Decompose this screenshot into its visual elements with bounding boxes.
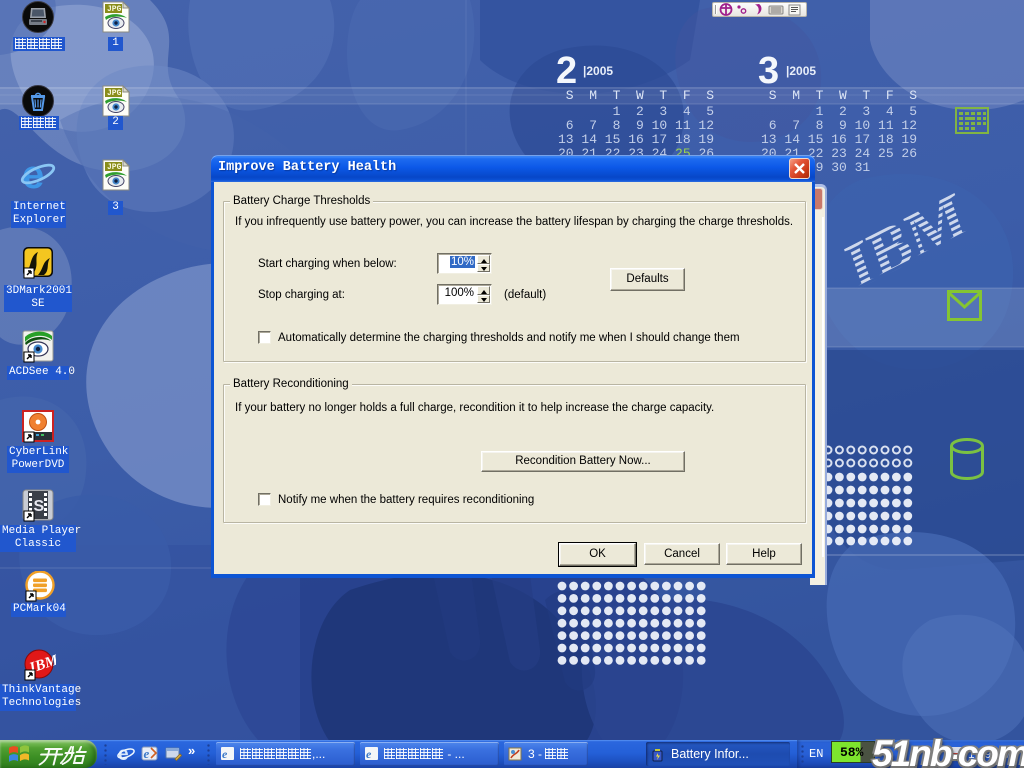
svg-text:e: e [222, 747, 228, 761]
svg-text:JPG: JPG [107, 89, 122, 98]
svg-text:S: S [34, 498, 45, 515]
svg-text:JPG: JPG [107, 5, 122, 14]
svg-text:e: e [144, 746, 150, 761]
svg-text:JPG: JPG [107, 163, 122, 172]
svg-text:e: e [366, 747, 372, 761]
svg-text:IBM: IBM [837, 178, 974, 304]
